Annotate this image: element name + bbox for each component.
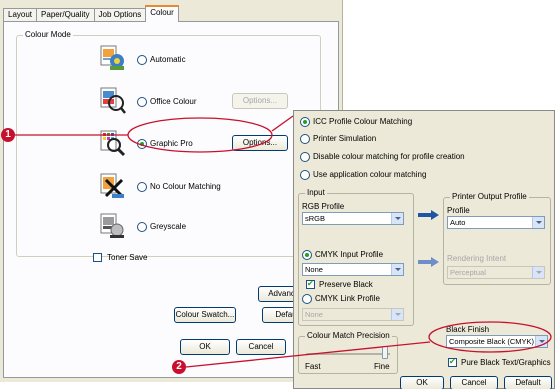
printer-output-profile-label: Printer Output Profile [450,192,529,201]
arrow-right-icon [418,210,440,220]
toner-save-checkbox[interactable] [93,253,102,262]
disable-colour-matching-label: Disable colour matching for profile crea… [313,152,465,161]
office-colour-label: Office Colour [150,97,197,106]
pure-black-checkbox[interactable] [448,357,457,367]
preserve-black-label: Preserve Black [319,280,373,289]
precision-fast-label: Fast [305,362,321,371]
arrow-right-icon [418,257,440,267]
icc-profile-matching-label: ICC Profile Colour Matching [313,117,413,126]
output-profile-select[interactable]: Auto [447,216,545,229]
output-profile-label: Profile [447,206,470,215]
colour-match-precision-label: Colour Match Precision [305,331,392,340]
no-colour-matching-icon [100,173,124,198]
icc-profile-matching-radio[interactable] [300,117,310,127]
use-application-matching-radio[interactable] [300,170,310,180]
disable-colour-matching-radio[interactable] [300,152,310,162]
precision-slider-thumb[interactable] [382,346,388,359]
cancel-button[interactable]: Cancel [236,339,286,355]
callout-number-2: 2 [172,360,186,374]
rgb-profile-label: RGB Profile [302,202,345,211]
automatic-mode-icon [100,45,124,70]
graphic-pro-radio[interactable] [137,139,147,149]
tab-job-options[interactable]: Job Options [93,8,147,22]
cmyk-input-profile-label: CMYK Input Profile [315,250,384,259]
rendering-intent-label: Rendering Intent [447,254,507,263]
printer-properties-window: Layout Paper/Quality Job Options Colour … [0,0,343,382]
tab-strip: Layout Paper/Quality Job Options Colour [3,5,179,22]
greyscale-label: Greyscale [150,222,187,231]
office-colour-radio[interactable] [137,97,147,107]
dialog-default-button[interactable]: Default [504,376,552,389]
graphic-pro-icon [100,130,126,157]
precision-slider-track[interactable] [306,353,390,355]
toner-save-label: Toner Save [107,253,148,262]
tab-paper-quality[interactable]: Paper/Quality [36,8,95,22]
printer-simulation-label: Printer Simulation [313,134,377,143]
dialog-cancel-button[interactable]: Cancel [450,376,498,389]
cmyk-link-profile-label: CMYK Link Profile [315,294,380,303]
ok-button[interactable]: OK [180,339,230,355]
printer-simulation-radio[interactable] [300,134,310,144]
use-application-matching-label: Use application colour matching [313,170,427,179]
precision-fine-label: Fine [374,362,390,371]
tab-layout[interactable]: Layout [3,8,38,22]
cmyk-link-profile-radio[interactable] [302,294,312,304]
cmyk-input-profile-radio[interactable] [302,250,312,260]
rgb-profile-select[interactable]: sRGB [302,212,404,225]
tab-colour[interactable]: Colour [145,5,179,22]
black-finish-label: Black Finish [446,325,490,334]
greyscale-icon [100,213,124,238]
automatic-label: Automatic [150,55,186,64]
input-group-label: Input [305,188,327,197]
callout-number-1: 1 [1,128,15,142]
office-colour-icon [100,87,126,114]
colour-mode-label: Colour Mode [23,30,73,39]
no-colour-matching-radio[interactable] [137,182,147,192]
graphic-pro-options-button[interactable]: Options... [232,135,288,151]
rendering-intent-select[interactable]: Perceptual [447,266,545,279]
black-finish-select[interactable]: Composite Black (CMYK) [446,335,548,348]
graphic-pro-options-dialog: ICC Profile Colour Matching Printer Simu… [293,110,555,389]
cmyk-input-profile-select[interactable]: None [302,263,404,276]
graphic-pro-label: Graphic Pro [150,139,193,148]
colour-tab-panel: Colour Mode Automatic Office Colour Opti… [3,21,339,378]
dialog-ok-button[interactable]: OK [400,376,444,389]
cmyk-link-profile-select[interactable]: None [302,308,404,321]
pure-black-label: Pure Black Text/Graphics [461,358,551,367]
automatic-radio[interactable] [137,55,147,65]
colour-swatch-button[interactable]: Colour Swatch... [174,307,236,323]
office-colour-options-button[interactable]: Options... [232,93,288,109]
no-colour-matching-label: No Colour Matching [150,182,221,191]
preserve-black-checkbox[interactable] [306,279,315,289]
greyscale-radio[interactable] [137,222,147,232]
